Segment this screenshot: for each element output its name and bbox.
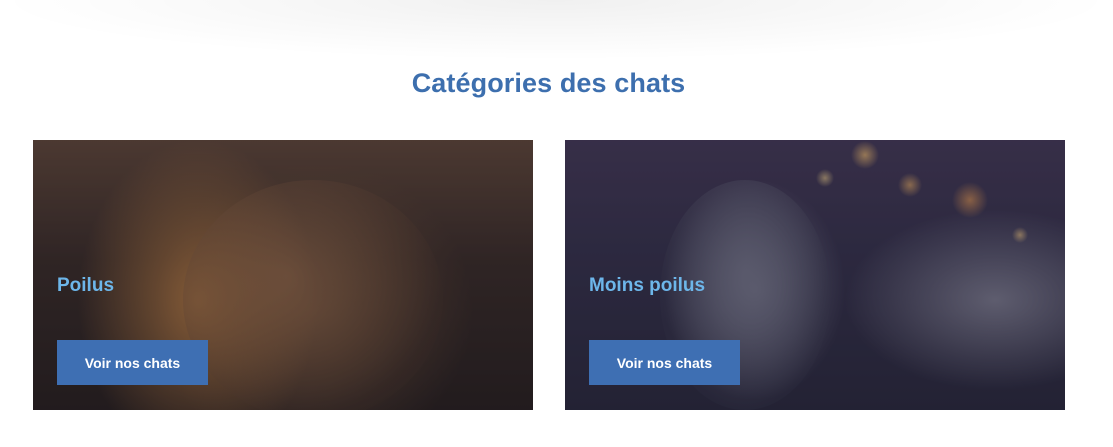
view-cats-button[interactable]: Voir nos chats (57, 340, 208, 385)
card-title: Poilus (57, 275, 115, 296)
header-shadow (0, 0, 1113, 60)
category-card-poilus[interactable]: Poilus Voir nos chats (33, 140, 533, 410)
section-title: Catégories des chats (411, 68, 686, 98)
card-title: Moins poilus (589, 275, 706, 296)
view-cats-button[interactable]: Voir nos chats (589, 340, 740, 385)
category-card-moins-poilus[interactable]: Moins poilus Voir nos chats (565, 140, 1065, 410)
